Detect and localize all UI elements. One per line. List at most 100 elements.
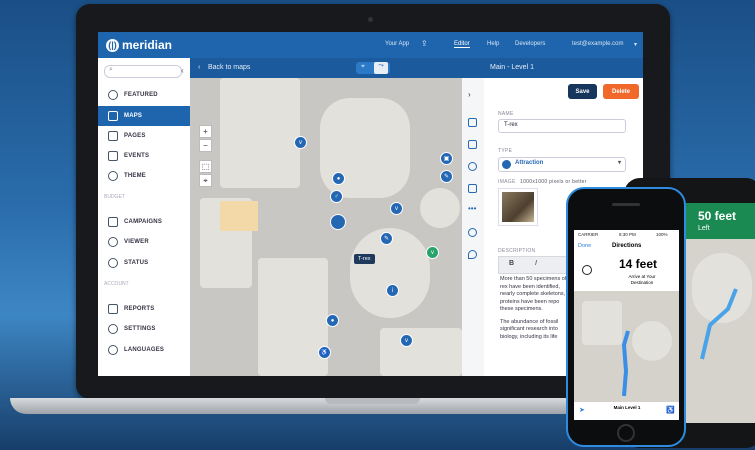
type-value: Attraction <box>515 160 544 166</box>
map-icon <box>108 111 118 121</box>
sidebar-item-featured[interactable]: FEATURED <box>98 85 190 105</box>
chat-icon <box>108 345 118 355</box>
map-title: Main - Level 1 <box>490 64 534 71</box>
sidebar-item-label: PAGES <box>124 133 146 139</box>
status-bar: CARRIER 8:30 PM 100% <box>574 230 679 239</box>
map-marker-icon[interactable]: ✎ <box>440 170 453 183</box>
chevron-down-icon: ▾ <box>617 160 621 166</box>
map-marker-icon[interactable]: ▣ <box>440 152 453 165</box>
map-building <box>420 188 460 228</box>
nav-your-app[interactable]: Your App <box>385 41 409 47</box>
sidebar-item-campaigns[interactable]: CAMPAIGNS <box>98 212 190 232</box>
nav-editor[interactable]: Editor <box>454 41 470 48</box>
sidebar-item-settings[interactable]: SETTINGS <box>98 319 190 339</box>
sidebar-item-viewer[interactable]: VIEWER <box>98 232 190 252</box>
home-button[interactable] <box>617 424 635 442</box>
collapse-sidebar-icon[interactable]: ‹ <box>181 66 184 75</box>
brand-name: meridian <box>122 38 173 52</box>
location-pin-icon[interactable]: ⌖ <box>361 63 365 71</box>
laptop-screen: (|) meridian Your App ⇪ Editor Help Deve… <box>98 32 643 376</box>
map-marker-icon[interactable]: v <box>390 202 403 215</box>
map-marker-icon[interactable]: ♂ <box>330 190 343 203</box>
map-building <box>380 328 462 376</box>
map-marker-icon[interactable]: ● <box>326 314 339 327</box>
accessibility-icon[interactable]: ♿ <box>666 406 675 414</box>
done-button[interactable]: Done <box>578 243 591 249</box>
section-header-budget: BUDGET <box>104 194 125 200</box>
eye-icon[interactable] <box>468 228 477 237</box>
sidebar-item-events[interactable]: EVENTS <box>98 146 190 166</box>
iphone-route-line <box>621 330 630 397</box>
message-icon[interactable] <box>468 140 477 149</box>
save-button[interactable]: Save <box>568 84 597 99</box>
link-icon[interactable] <box>468 162 477 171</box>
map-marker-icon[interactable] <box>330 214 346 230</box>
iphone-map[interactable] <box>574 291 679 402</box>
share-icon[interactable]: ⇪ <box>421 39 428 48</box>
instruction-card: 14 feet Arrive at Your Destination <box>574 253 679 291</box>
chevron-right-icon[interactable]: › <box>468 90 471 99</box>
android-distance: 50 feet <box>698 209 737 223</box>
name-label: NAME <box>498 111 514 117</box>
sidebar-item-label: CAMPAIGNS <box>124 219 163 225</box>
sidebar-item-status[interactable]: STATUS <box>98 253 190 273</box>
map-pin-tool-icon[interactable]: ⌖ <box>199 174 212 187</box>
filter-icon[interactable] <box>468 184 477 193</box>
map-marker-icon[interactable]: v <box>426 246 439 259</box>
view-toggle: ⌖ ⤳ <box>356 62 390 74</box>
type-label: TYPE <box>498 148 513 154</box>
sidebar-item-maps[interactable]: MAPS <box>98 106 190 126</box>
location-icon[interactable] <box>468 250 477 259</box>
more-icon[interactable]: ••• <box>468 204 476 213</box>
route-icon[interactable]: ⤳ <box>374 62 388 74</box>
iphone-screen: CARRIER 8:30 PM 100% Done Directions 14 … <box>574 230 679 420</box>
camera <box>368 17 373 22</box>
sidebar-item-pages[interactable]: PAGES <box>98 126 190 146</box>
delete-button[interactable]: Delete <box>603 84 639 99</box>
nav-developers[interactable]: Developers <box>515 41 545 47</box>
sidebar-item-label: EVENTS <box>124 153 150 159</box>
sidebar-item-label: LANGUAGES <box>124 347 165 353</box>
type-select[interactable]: Attraction ▾ <box>498 157 626 172</box>
bold-icon[interactable]: B <box>509 260 514 267</box>
android-direction: Left <box>698 225 710 232</box>
image-uploader[interactable] <box>498 188 538 226</box>
map-marker-icon[interactable]: v <box>400 334 413 347</box>
battery-text: 100% <box>656 232 668 237</box>
search-input[interactable]: ⌕ <box>104 65 182 78</box>
brand-logo[interactable]: (|) meridian <box>106 38 172 52</box>
directions-title: Directions <box>612 243 642 249</box>
bar-chart-icon <box>108 304 118 314</box>
name-field[interactable]: T-rex <box>498 119 626 133</box>
zoom-out-button[interactable]: − <box>199 139 212 152</box>
trex-thumbnail <box>502 192 534 222</box>
back-arrow-icon[interactable]: ‹ <box>198 64 200 71</box>
locate-icon[interactable]: ➤ <box>579 406 585 414</box>
map-marker-icon[interactable]: v <box>294 136 307 149</box>
sidebar: ⌕ ‹ FEATURED MAPS PAGES EVENTS THEME BUD… <box>98 58 190 376</box>
chevron-down-icon[interactable]: ▾ <box>634 41 637 48</box>
details-icon[interactable] <box>468 118 477 127</box>
map-canvas[interactable]: + − ⬚ ⌖ v ▣ v ● ✎ ♂ v v ✎ v ▣ i ● ▣ v ♿ … <box>190 78 462 376</box>
level-label[interactable]: Main Level 1 <box>612 405 642 410</box>
map-marker-icon[interactable]: i <box>386 284 399 297</box>
calendar-icon <box>108 151 118 161</box>
section-header-account: ACCOUNT <box>104 281 129 287</box>
search-icon: ⌕ <box>109 66 113 73</box>
sidebar-item-languages[interactable]: LANGUAGES <box>98 340 190 360</box>
sidebar-item-reports[interactable]: REPORTS <box>98 299 190 319</box>
map-marker-icon[interactable]: ♿ <box>318 346 331 359</box>
editor-tabs: › ••• <box>462 78 485 376</box>
map-marker-icon[interactable]: ✎ <box>380 232 393 245</box>
map-marker-icon[interactable]: ● <box>332 172 345 185</box>
account-email[interactable]: test@example.com <box>572 41 623 47</box>
star-icon <box>108 90 118 100</box>
sidebar-item-label: SETTINGS <box>124 326 156 332</box>
selection-tool-icon[interactable]: ⬚ <box>199 160 212 173</box>
nav-help[interactable]: Help <box>487 41 499 47</box>
italic-icon[interactable]: I <box>535 260 537 267</box>
sidebar-item-theme[interactable]: THEME <box>98 166 190 186</box>
back-to-maps-link[interactable]: Back to maps <box>208 64 250 71</box>
zoom-in-button[interactable]: + <box>199 125 212 138</box>
clock-text: 8:30 PM <box>619 232 636 237</box>
